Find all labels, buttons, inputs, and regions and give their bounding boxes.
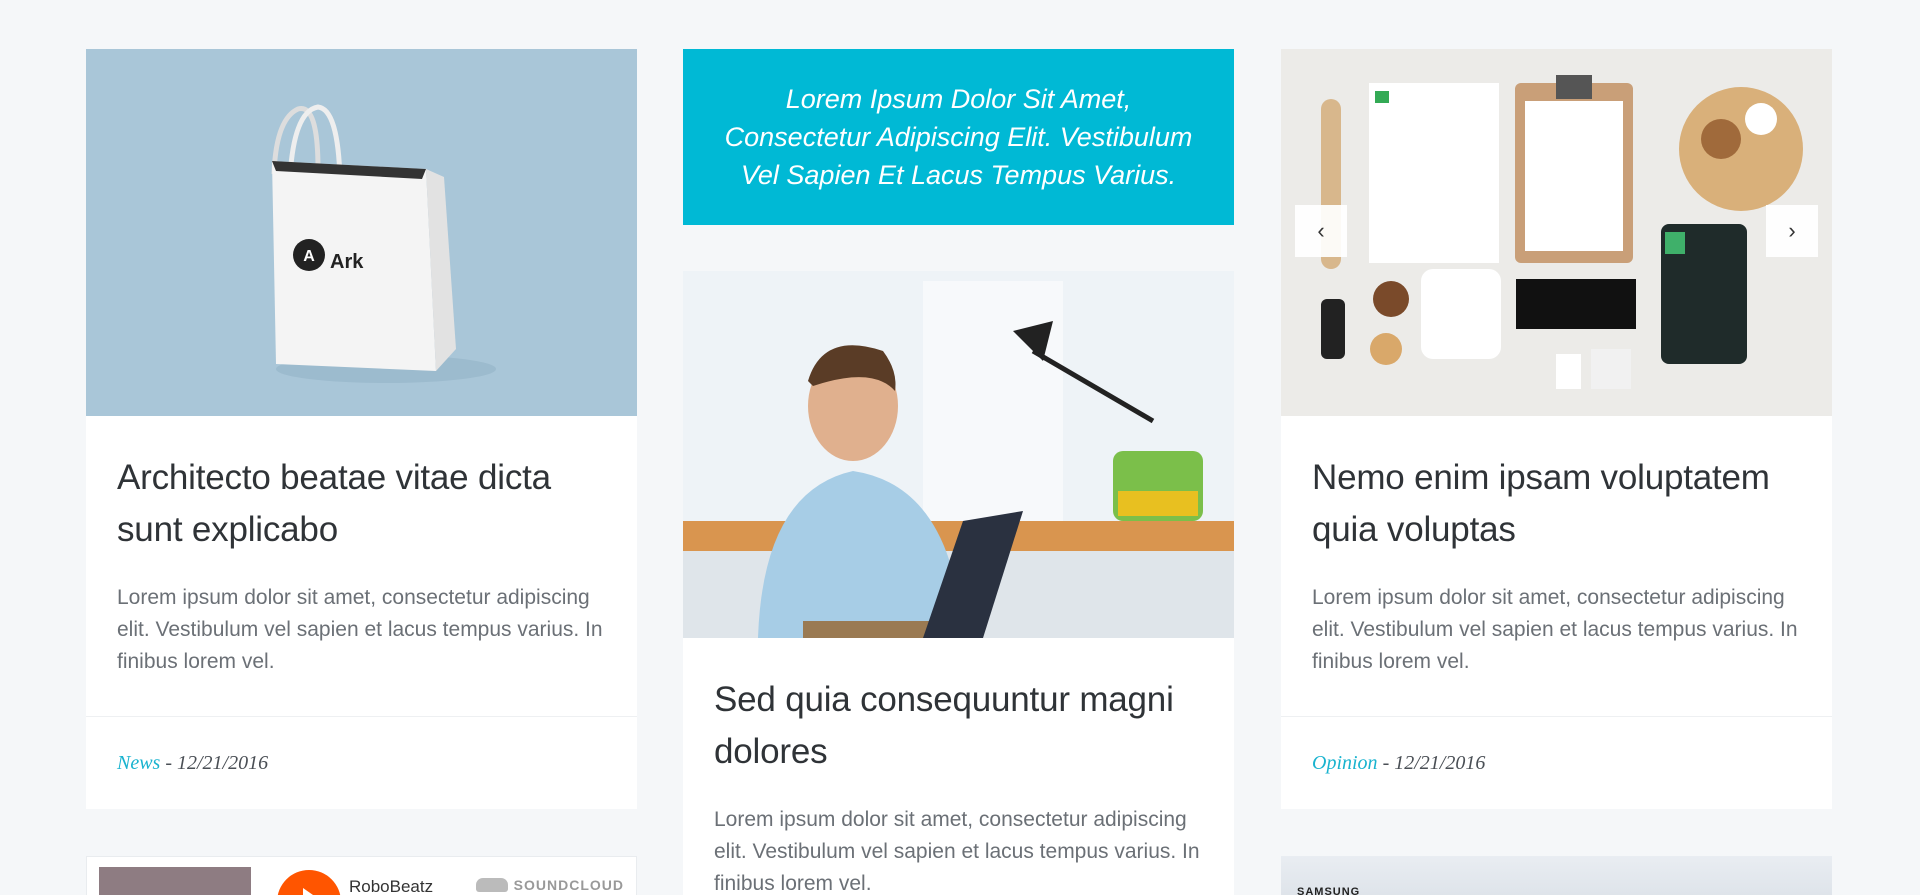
category-link[interactable]: Opinion — [1312, 752, 1378, 775]
chevron-right-icon: › — [1788, 218, 1796, 243]
card-excerpt: Lorem ipsum dolor sit amet, consectetur … — [714, 808, 1200, 895]
post-date: - 12/21/2016 — [165, 751, 269, 774]
samsung-logo-text: SAMSUNG — [1297, 886, 1361, 895]
shopping-bag-illustration: A Ark — [271, 104, 496, 383]
ark-logo-text: Ark — [330, 251, 364, 273]
blog-card-nemo-enim[interactable]: ‹ › Nemo enim ipsam voluptatem quia volu… — [1281, 49, 1832, 809]
blog-card-architecto[interactable]: A Ark Architecto beatae vitae dicta sunt… — [86, 49, 637, 809]
quote-block: Lorem Ipsum Dolor Sit Amet, Consectetur … — [683, 49, 1234, 225]
cloud-icon — [475, 878, 508, 892]
card-excerpt: Lorem ipsum dolor sit amet, consectetur … — [117, 586, 603, 673]
card-title[interactable]: Sed quia consequuntur magni dolores — [714, 674, 1203, 778]
track-artwork — [99, 867, 251, 895]
card-title[interactable]: Nemo enim ipsam voluptatem quia voluptas — [1312, 452, 1801, 556]
soundcloud-embed[interactable]: RoboBeatz SOUNDCLOUD — [86, 856, 637, 895]
blog-card-sed-quia[interactable]: Sed quia consequuntur magni dolores Lore… — [683, 271, 1234, 895]
card-image-man-on-phone — [683, 271, 1234, 638]
blog-masonry-page: A Ark Architecto beatae vitae dicta sunt… — [0, 0, 1920, 895]
carousel-prev-button[interactable]: ‹ — [1295, 205, 1347, 257]
carousel-next-button[interactable]: › — [1766, 205, 1818, 257]
soundcloud-user[interactable]: RoboBeatz — [349, 877, 433, 895]
post-date: - 12/21/2016 — [1382, 751, 1486, 774]
play-button[interactable] — [277, 870, 341, 895]
card-image-carousel: ‹ › — [1281, 49, 1832, 416]
quote-text: Lorem Ipsum Dolor Sit Amet, Consectetur … — [724, 84, 1193, 190]
card-meta: Opinion - 12/21/2016 — [1281, 716, 1832, 809]
office-man-illustration — [683, 271, 1234, 638]
chevron-left-icon: ‹ — [1317, 218, 1325, 243]
svg-text:A: A — [303, 248, 315, 265]
card-image-shopping-bag: A Ark — [86, 49, 637, 416]
card-meta: News - 12/21/2016 — [86, 716, 637, 809]
card-excerpt: Lorem ipsum dolor sit amet, consectetur … — [1312, 586, 1798, 673]
card-title[interactable]: Architecto beatae vitae dicta sunt expli… — [117, 452, 606, 556]
stationery-mockup-illustration — [1281, 49, 1832, 416]
soundcloud-brand[interactable]: SOUNDCLOUD — [475, 877, 624, 893]
category-link[interactable]: News — [117, 752, 160, 775]
samsung-image-card[interactable]: SAMSUNG — [1281, 856, 1832, 895]
